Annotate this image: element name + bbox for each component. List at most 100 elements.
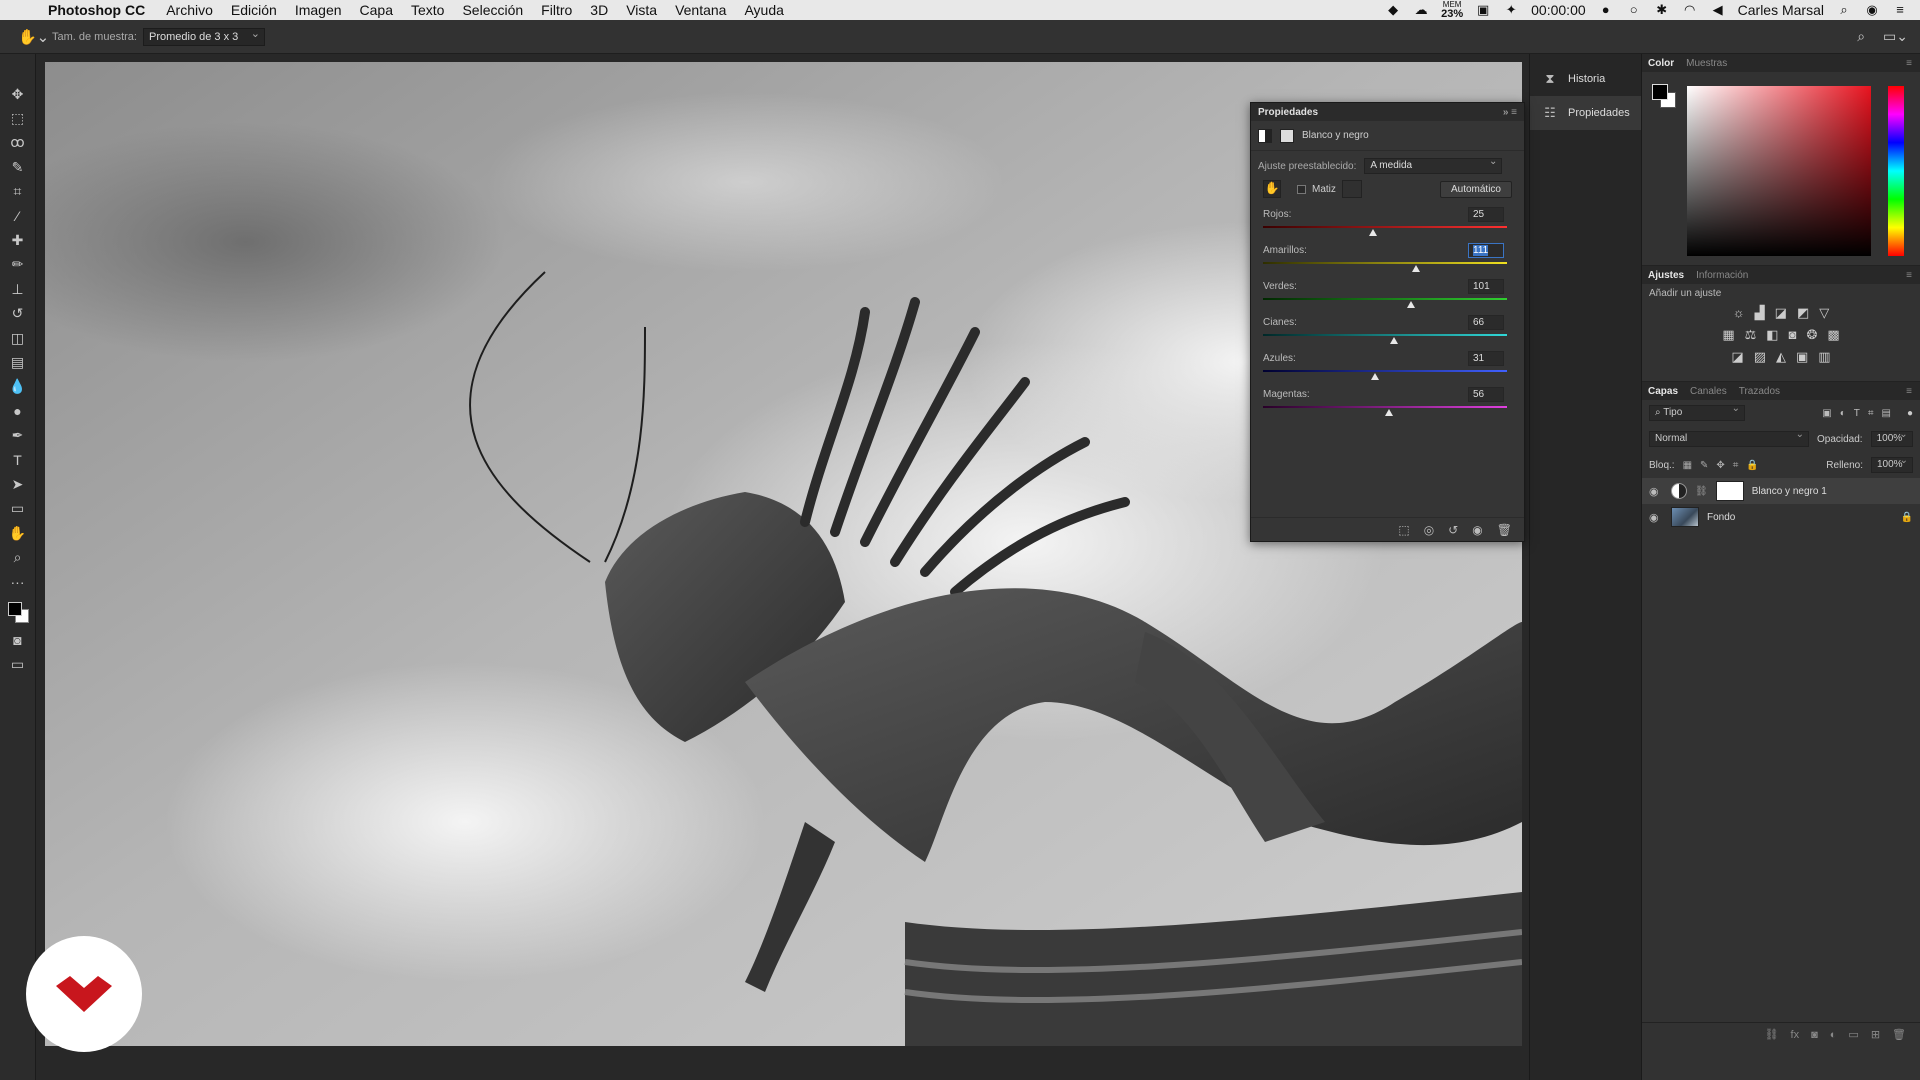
panel-menu-icon[interactable]: ≡ <box>1906 58 1920 69</box>
screen-mode-icon[interactable]: ▭ <box>5 653 31 677</box>
opacity-field[interactable]: 100% <box>1870 429 1913 447</box>
slider-thumb[interactable] <box>1406 301 1415 308</box>
layer-row-background[interactable]: ◉ Fondo 🔒 <box>1642 504 1920 530</box>
slider-value-field[interactable]: 101 <box>1468 279 1504 294</box>
layer-row-adjustment[interactable]: ◉ ⛓ Blanco y negro 1 <box>1642 478 1920 504</box>
targeted-adjust-icon[interactable]: ✋ <box>1263 180 1281 198</box>
healing-brush-icon[interactable]: ✚ <box>5 228 31 252</box>
slider-value-field[interactable]: 31 <box>1468 351 1504 366</box>
bluetooth-icon[interactable]: ✱ <box>1654 3 1670 17</box>
auto-button[interactable]: Automático <box>1439 180 1512 198</box>
blend-mode-select[interactable]: Normal <box>1649 429 1809 447</box>
move-tool-icon[interactable]: ✥ <box>5 82 31 106</box>
brush-tool-icon[interactable]: ✏ <box>5 253 31 277</box>
delete-layer-icon[interactable]: 🗑 <box>1892 1028 1906 1041</box>
invert-icon[interactable]: ◪ <box>1731 349 1743 365</box>
quick-select-icon[interactable]: ✎ <box>5 155 31 179</box>
color-field[interactable] <box>1687 86 1871 256</box>
menu-imagen[interactable]: Imagen <box>286 2 351 18</box>
creative-cloud-icon[interactable]: ☁ <box>1413 3 1429 17</box>
history-brush-icon[interactable]: ↺ <box>5 302 31 326</box>
search-icon[interactable]: ⌕ <box>1857 28 1865 45</box>
new-group-icon[interactable]: ▭ <box>1848 1028 1858 1041</box>
visibility-eye-icon[interactable]: ◉ <box>1649 511 1663 524</box>
path-select-icon[interactable]: ➤ <box>5 472 31 496</box>
layer-filter-select[interactable]: ⌕ Tipo <box>1649 403 1745 421</box>
slider-track[interactable] <box>1263 334 1507 336</box>
eraser-icon[interactable]: ◫ <box>5 326 31 350</box>
link-icon[interactable]: ⛓ <box>1695 486 1708 497</box>
sample-size-select[interactable]: Promedio de 3 x 3 <box>142 27 265 46</box>
visibility-eye-icon[interactable]: ◉ <box>1649 485 1663 498</box>
slider-track[interactable] <box>1263 298 1507 300</box>
workspace-icon[interactable]: ▭⌄ <box>1883 28 1908 45</box>
slider-value-field[interactable]: 56 <box>1468 387 1504 402</box>
menu-archivo[interactable]: Archivo <box>157 2 222 18</box>
black-white-icon[interactable]: ◧ <box>1766 327 1778 343</box>
slider-track[interactable] <box>1263 370 1507 372</box>
panel-collapse-icon[interactable]: » ≡ <box>1503 107 1517 118</box>
channel-mixer-icon[interactable]: ❂ <box>1806 327 1817 343</box>
photo-filter-icon[interactable]: ◙ <box>1789 327 1797 343</box>
menu-filtro[interactable]: Filtro <box>532 2 581 18</box>
lock-icon[interactable]: 🔒 <box>1901 512 1913 523</box>
crop-tool-icon[interactable]: ⌗ <box>5 180 31 204</box>
visibility-icon[interactable]: ◉ <box>1472 523 1482 537</box>
wacom-icon[interactable]: ✦ <box>1503 3 1519 17</box>
brightness-icon[interactable]: ☼ <box>1733 305 1745 321</box>
menu-vista[interactable]: Vista <box>617 2 666 18</box>
volume-icon[interactable]: ◀ <box>1710 3 1726 17</box>
curves-icon[interactable]: ◪ <box>1775 305 1787 321</box>
menu-texto[interactable]: Texto <box>402 2 453 18</box>
properties-header[interactable]: Propiedades » ≡ <box>1251 103 1524 121</box>
posterize-icon[interactable]: ▨ <box>1754 349 1766 365</box>
memory-monitor[interactable]: MEM 23% <box>1441 0 1463 20</box>
slider-value-field[interactable]: 111 <box>1468 243 1504 258</box>
siri-icon[interactable]: ◉ <box>1864 3 1880 17</box>
menu-capa[interactable]: Capa <box>351 2 402 18</box>
gradient-map-icon[interactable]: ▥ <box>1818 349 1830 365</box>
layer-mask-thumbnail[interactable] <box>1715 481 1744 501</box>
menu-seleccion[interactable]: Selección <box>453 2 532 18</box>
rectangle-tool-icon[interactable]: ▭ <box>5 497 31 521</box>
type-tool-icon[interactable]: T <box>5 448 31 472</box>
panel-menu-icon[interactable]: ≡ <box>1906 386 1920 397</box>
eyedropper-icon[interactable]: ⁄ <box>5 204 31 228</box>
slider-thumb[interactable] <box>1371 373 1380 380</box>
dodge-tool-icon[interactable]: ● <box>5 399 31 423</box>
slider-thumb[interactable] <box>1389 337 1398 344</box>
fill-field[interactable]: 100% <box>1871 455 1913 473</box>
document-canvas[interactable] <box>37 54 1522 1080</box>
exposure-icon[interactable]: ◩ <box>1797 305 1809 321</box>
notification-center-icon[interactable]: ≡ <box>1892 3 1908 17</box>
tab-propiedades[interactable]: ☷ Propiedades <box>1530 96 1641 130</box>
menu-edicion[interactable]: Edición <box>222 2 286 18</box>
clone-stamp-icon[interactable]: ⊥ <box>5 277 31 301</box>
screen-record-icon[interactable]: ▣ <box>1475 3 1491 17</box>
preset-select[interactable]: A medida <box>1364 156 1503 174</box>
reset-icon[interactable]: ↺ <box>1448 523 1458 537</box>
slider-value-field[interactable]: 66 <box>1468 315 1504 330</box>
bubble-icon[interactable]: ○ <box>1626 3 1642 17</box>
menu-ventana[interactable]: Ventana <box>666 2 735 18</box>
hand-tool-icon[interactable]: ✋ <box>5 521 31 545</box>
more-tools-icon[interactable]: ··· <box>5 570 31 594</box>
marquee-tool-icon[interactable]: ⬚ <box>5 106 31 130</box>
menu-3d[interactable]: 3D <box>581 2 617 18</box>
link-layers-icon[interactable]: ⛓ <box>1765 1028 1779 1041</box>
filter-toggle-icon[interactable]: ● <box>1907 408 1913 419</box>
tab-ajustes[interactable]: Ajustes <box>1648 270 1684 281</box>
zoom-tool-icon[interactable]: ⌕ <box>5 545 31 569</box>
panel-foreground-color[interactable] <box>1652 84 1668 100</box>
slider-track[interactable] <box>1263 226 1507 228</box>
lasso-tool-icon[interactable]: ꝏ <box>5 131 31 155</box>
hue-saturation-icon[interactable]: ▦ <box>1722 327 1734 343</box>
delete-icon[interactable]: 🗑 <box>1497 523 1512 537</box>
new-adjustment-icon[interactable]: ◐ <box>1830 1029 1837 1041</box>
lock-icons[interactable]: ▦✎✥⌗🔒 <box>1683 460 1767 471</box>
tab-trazados[interactable]: Trazados <box>1739 386 1780 397</box>
new-layer-icon[interactable]: ⊞ <box>1871 1028 1880 1041</box>
quick-mask-icon[interactable]: ◙ <box>5 628 31 652</box>
menu-ayuda[interactable]: Ayuda <box>735 2 792 18</box>
color-balance-icon[interactable]: ⚖ <box>1745 327 1757 343</box>
